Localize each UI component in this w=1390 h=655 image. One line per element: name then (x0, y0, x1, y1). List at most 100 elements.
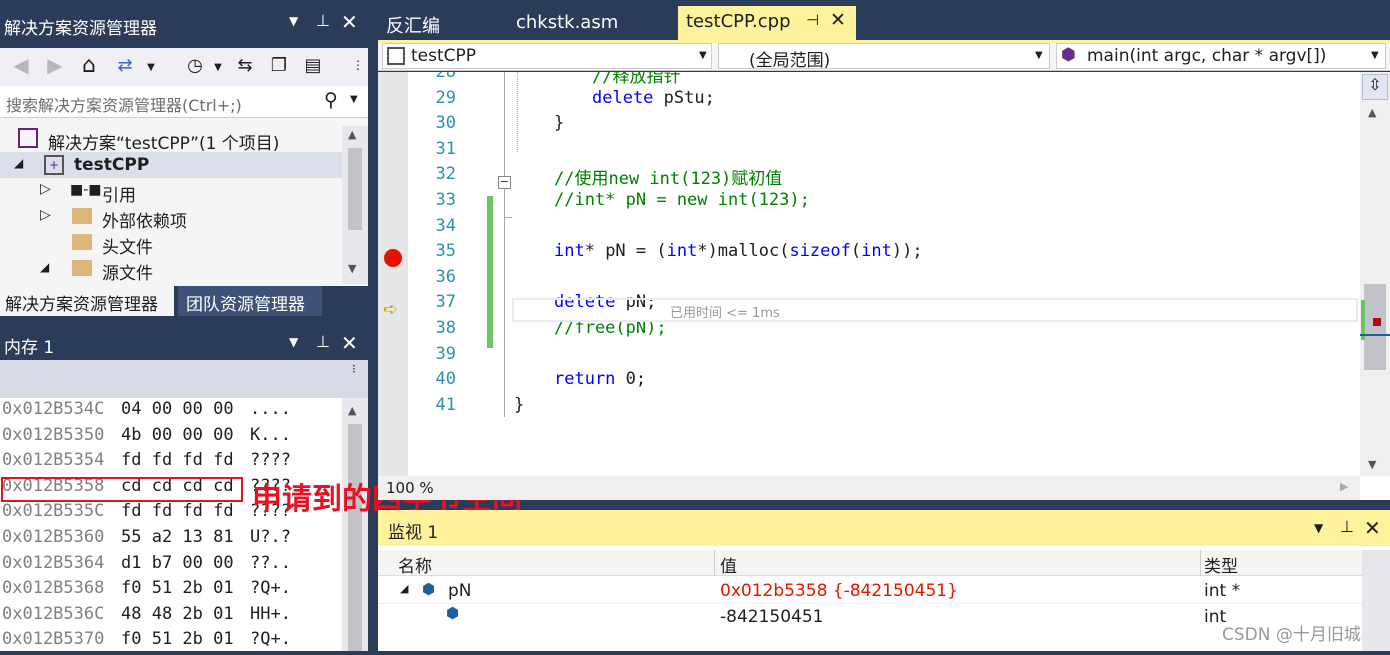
expand-arrow-icon[interactable]: ◢ (400, 582, 408, 595)
code-line[interactable]: 29 delete pStu; (378, 88, 1360, 114)
code-line[interactable]: 28 //释放指针 (378, 72, 1360, 88)
tree-item-external-deps[interactable]: ▷ 外部依赖项 (0, 204, 342, 232)
tree-item-references[interactable]: ▷ ■-■ 引用 (0, 178, 342, 206)
code-line[interactable]: 34 (378, 216, 1360, 242)
expand-arrow-icon[interactable]: ◢ (40, 260, 49, 274)
dropdown-arrow-icon[interactable]: ▼ (205, 54, 231, 80)
tab-team-explorer[interactable]: 团队资源管理器 (178, 286, 322, 316)
scroll-up-icon[interactable]: ▲ (348, 404, 356, 417)
memory-scrollbar[interactable]: ▲ (342, 398, 368, 651)
watch-value[interactable]: -842150451 (720, 607, 823, 627)
instruction-pointer-icon[interactable]: ➪ (383, 299, 398, 320)
chevron-down-icon[interactable]: ▼ (699, 50, 707, 61)
code-line[interactable]: 39 (378, 344, 1360, 370)
code-editor[interactable]: 28//释放指针 29 delete pStu; 30} 31 32//使用new int… (378, 72, 1390, 500)
scroll-down-icon[interactable]: ▼ (348, 262, 356, 275)
watch-scrollbar[interactable] (1362, 550, 1390, 651)
column-divider[interactable] (1200, 550, 1201, 576)
memory-bytes: fd fd fd fd (121, 501, 234, 522)
code-line[interactable]: 33 //int* pN = new int(123); (378, 190, 1360, 216)
code-line[interactable]: 30} (378, 113, 1360, 139)
memory-row[interactable]: 0x012B5368 f0 51 2b 01 ?Q+. (0, 578, 340, 604)
tree-scrollbar[interactable]: ▲ ▼ (342, 126, 368, 284)
breakpoint-icon[interactable] (384, 249, 402, 267)
column-header-name[interactable]: 名称 (398, 552, 432, 577)
overflow-icon[interactable]: ⋮ (345, 52, 371, 78)
column-header-type[interactable]: 类型 (1204, 552, 1238, 577)
memory-row[interactable]: 0x012B5360 55 a2 13 81 U?.? (0, 527, 340, 553)
code-line[interactable]: 35 int* pN = (int*)malloc(sizeof(int)); (378, 241, 1360, 267)
collapse-all-icon[interactable]: ❐ (266, 52, 292, 78)
code-line[interactable]: 41} (378, 395, 1360, 421)
split-icon[interactable]: ⇳ (1362, 74, 1388, 100)
solution-search-box[interactable]: 搜索解决方案资源管理器(Ctrl+;) ⚲ ▼ (0, 86, 368, 118)
code-line[interactable]: 31 (378, 139, 1360, 165)
back-icon[interactable]: ◀ (8, 52, 34, 78)
tree-item-project[interactable]: ◢ + testCPP (0, 152, 342, 178)
editor-vscrollbar[interactable]: ⇳ ▲ ▼ (1360, 72, 1390, 476)
chevron-down-icon[interactable]: ▼ (1035, 50, 1043, 61)
function-dropdown[interactable]: ⬢ main(int argc, char * argv[]) ▼ (1056, 43, 1386, 69)
project-dropdown[interactable]: testCPP ▼ (382, 43, 712, 69)
home-icon[interactable]: ⌂ (76, 52, 102, 78)
expand-arrow-icon[interactable]: ◢ (14, 156, 23, 170)
scroll-thumb[interactable] (1364, 284, 1386, 370)
memory-row[interactable]: 0x012B536C 48 48 2b 01 HH+. (0, 604, 340, 630)
collapse-arrow-icon[interactable]: ▷ (40, 207, 51, 223)
chevron-down-icon[interactable]: ▼ (350, 94, 358, 105)
dropdown-icon[interactable]: ▼ (289, 14, 298, 28)
pin-icon[interactable]: ⊥ (1340, 517, 1354, 536)
dropdown-icon[interactable]: ▼ (1314, 521, 1323, 535)
watch-row[interactable]: ◢ ⬢ pN 0x012b5358 {-842150451} int * (378, 578, 1362, 604)
sync-view-icon[interactable]: ⇄ (112, 52, 138, 78)
scroll-thumb[interactable] (348, 148, 362, 230)
memory-row[interactable]: 0x012B5350 4b 00 00 00 K... (0, 425, 340, 451)
pin-icon[interactable]: ⊥ (316, 11, 330, 30)
close-icon[interactable]: ✕ (341, 331, 358, 355)
show-all-files-icon[interactable]: ▤ (300, 52, 326, 78)
scroll-down-icon[interactable]: ▼ (1368, 458, 1376, 471)
collapse-arrow-icon[interactable]: ▷ (40, 181, 51, 197)
scroll-up-icon[interactable]: ▲ (348, 128, 356, 141)
memory-row[interactable]: 0x012B5364 d1 b7 00 00??.. (0, 553, 340, 579)
memory-row[interactable]: 0x012B5354 fd fd fd fd???? (0, 450, 340, 476)
tab-testcpp[interactable]: testCPP.cpp ⊣ ✕ (678, 6, 856, 40)
outline-collapse-icon[interactable]: − (498, 176, 511, 189)
tab-chkstk[interactable]: chkstk.asm (508, 8, 678, 40)
dropdown-icon[interactable]: ▼ (289, 335, 298, 349)
refresh-icon[interactable]: ⇆ (232, 52, 258, 78)
search-icon[interactable]: ⚲ (324, 89, 338, 111)
dropdown-arrow-icon[interactable]: ▼ (138, 54, 164, 80)
line-number: 31 (435, 138, 456, 159)
watch-row[interactable]: ⬢ -842150451 int (378, 604, 1362, 630)
forward-icon[interactable]: ▶ (42, 52, 68, 78)
watch-name[interactable]: pN (448, 581, 472, 601)
overflow-icon[interactable]: ⁝ (352, 362, 356, 376)
tree-item-sources[interactable]: ◢ 源文件 (0, 256, 342, 284)
memory-row[interactable]: 0x012B5370 f0 51 2b 01 ?Q+. (0, 629, 340, 655)
perf-tip[interactable]: 已用时间 <= 1ms (670, 302, 780, 321)
column-header-value[interactable]: 值 (720, 552, 737, 577)
scroll-thumb[interactable] (348, 424, 362, 651)
tree-item-label: testCPP (74, 155, 150, 175)
column-divider[interactable] (714, 550, 715, 576)
tree-item-headers[interactable]: 头文件 (0, 230, 342, 258)
pin-icon[interactable]: ⊥ (316, 332, 330, 351)
close-icon[interactable]: ✕ (1364, 516, 1381, 540)
scope-dropdown[interactable]: (全局范围) ▼ (718, 43, 1050, 71)
watch-value[interactable]: 0x012b5358 {-842150451} (720, 581, 958, 601)
tab-solution-explorer[interactable]: 解决方案资源管理器 (0, 286, 174, 316)
code-line[interactable]: 40 return 0; (378, 369, 1360, 395)
close-icon[interactable]: ✕ (830, 9, 846, 31)
tree-item-solution[interactable]: 解决方案“testCPP”(1 个项目) (0, 126, 342, 154)
close-icon[interactable]: ✕ (341, 10, 358, 34)
scroll-right-icon[interactable]: ▶ (1340, 480, 1348, 493)
pin-icon[interactable]: ⊣ (806, 11, 819, 29)
memory-row[interactable]: 0x012B534C 04 00 00 00.... (0, 399, 340, 425)
chevron-down-icon[interactable]: ▼ (1371, 50, 1379, 61)
tab-disassembly[interactable]: 反汇编 (378, 8, 502, 40)
zoom-level[interactable]: 100 % (386, 479, 434, 497)
code-line[interactable]: 36 (378, 267, 1360, 293)
scroll-up-icon[interactable]: ▲ (1368, 106, 1376, 119)
code-line[interactable]: 32 //使用new int(123)赋初值 (378, 164, 1360, 190)
